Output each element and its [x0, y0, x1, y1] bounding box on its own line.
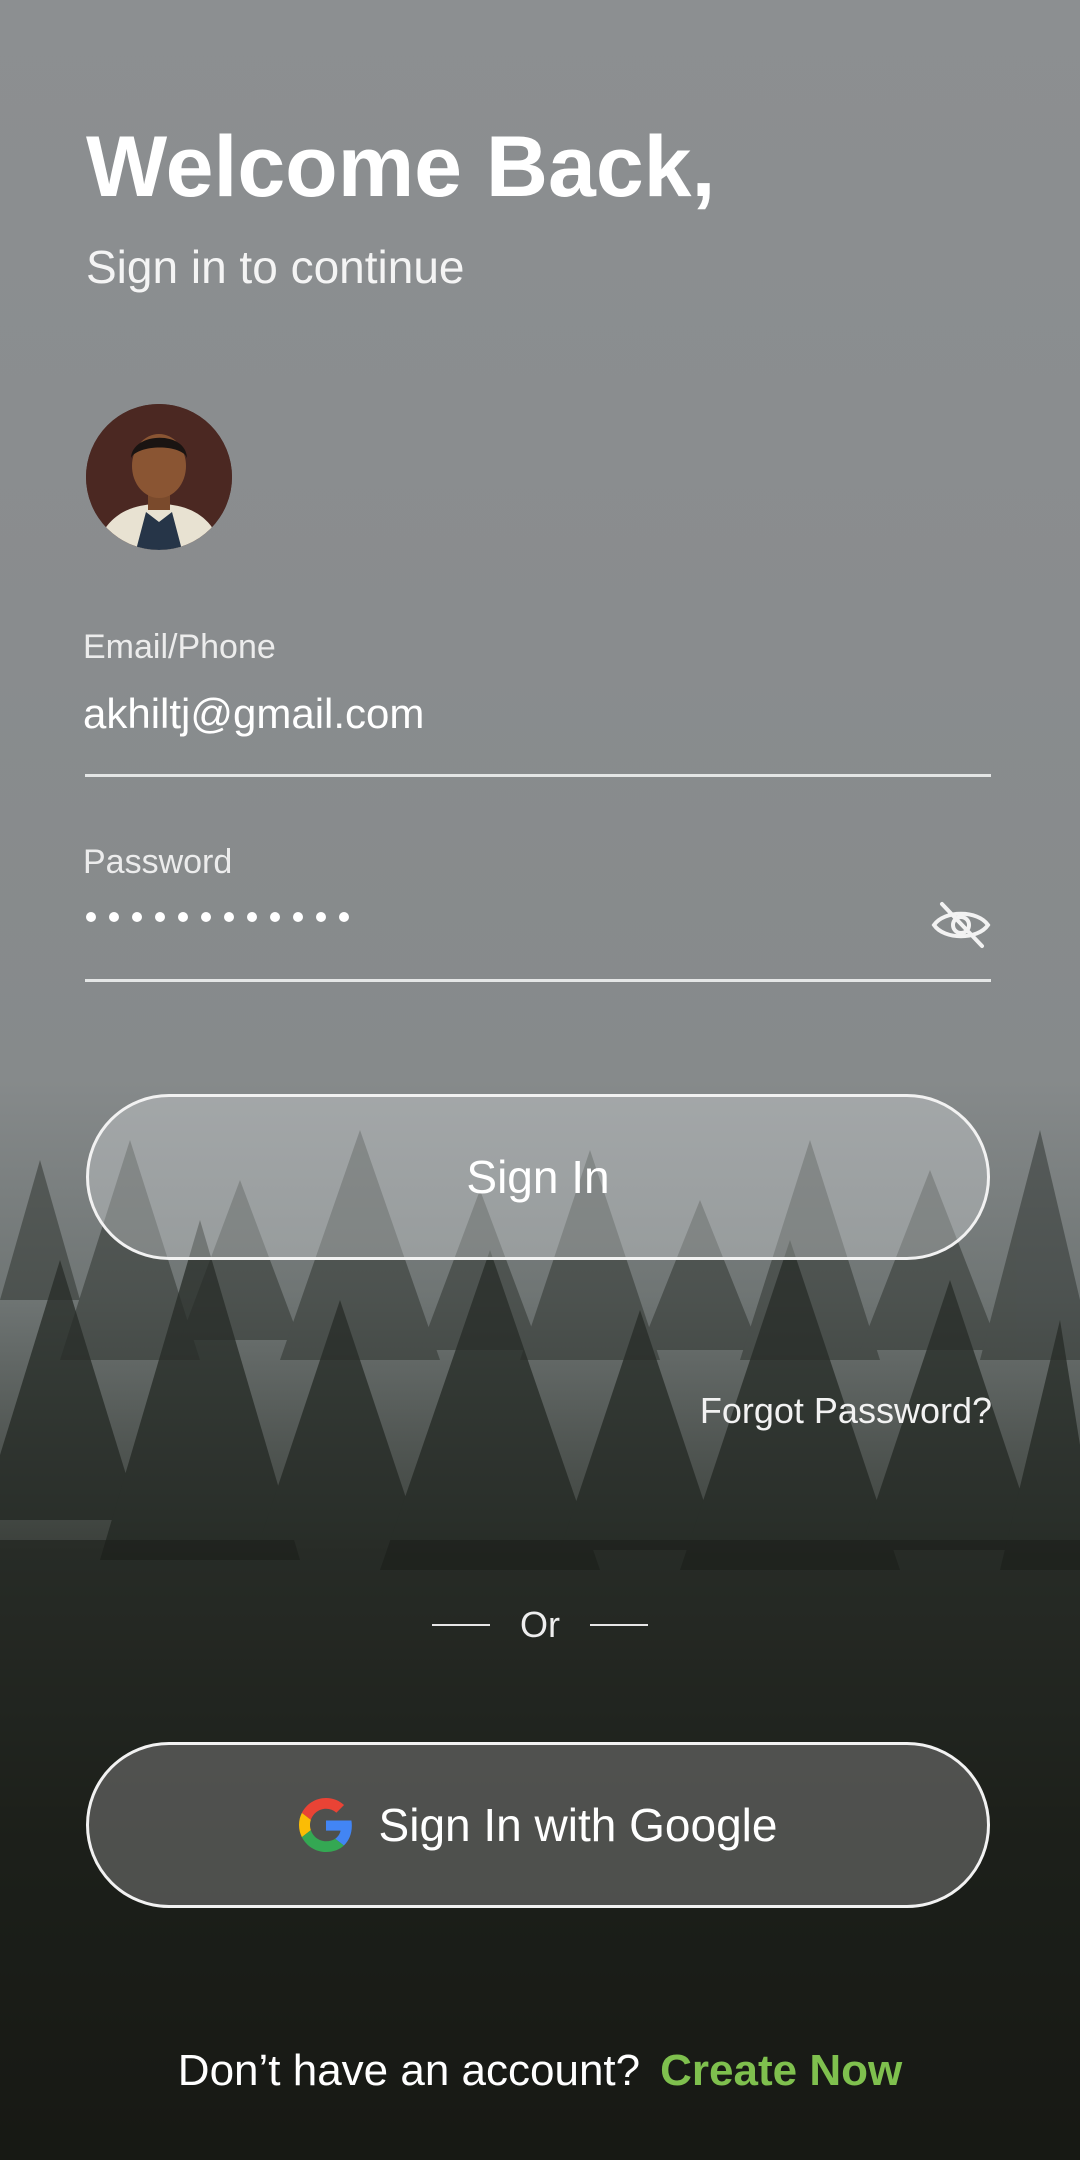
page-subtitle: Sign in to continue: [86, 241, 465, 293]
password-mask-dot: [201, 912, 211, 922]
password-mask-dot: [293, 912, 303, 922]
google-sign-in-label: Sign In with Google: [378, 1799, 778, 1851]
password-mask-dot: [316, 912, 326, 922]
or-label: Or: [520, 1604, 560, 1645]
password-mask-dot: [270, 912, 280, 922]
user-avatar[interactable]: [86, 404, 232, 550]
create-account-link[interactable]: Create Now: [660, 2046, 902, 2095]
sign-in-label: Sign In: [466, 1151, 610, 1203]
login-screen: Welcome Back, Sign in to continue Email/…: [0, 0, 1080, 2160]
page-title: Welcome Back,: [86, 119, 716, 215]
signup-question: Don’t have an account?: [177, 2046, 641, 2095]
divider-line-left: [432, 1624, 490, 1626]
signup-prompt: Don’t have an account? Create Now: [0, 2046, 1080, 2096]
password-mask-dot: [178, 912, 188, 922]
user-photo: [86, 404, 232, 550]
password-mask-dot: [86, 912, 96, 922]
password-mask-dot: [339, 912, 349, 922]
password-mask-dot: [247, 912, 257, 922]
password-mask-dot: [109, 912, 119, 922]
google-sign-in-button[interactable]: Sign In with Google: [86, 1742, 990, 1908]
password-mask-dot: [155, 912, 165, 922]
email-underline: [85, 774, 991, 777]
sign-in-button[interactable]: Sign In: [86, 1094, 990, 1260]
forgot-password-link[interactable]: Forgot Password?: [700, 1390, 992, 1432]
eye-off-icon[interactable]: [930, 900, 992, 950]
password-mask-dot: [132, 912, 142, 922]
google-logo-icon: [298, 1798, 352, 1852]
divider-line-right: [590, 1624, 648, 1626]
email-label: Email/Phone: [83, 628, 276, 666]
password-underline: [85, 979, 991, 982]
email-field[interactable]: akhiltj@gmail.com: [83, 690, 424, 738]
password-field[interactable]: [86, 912, 349, 922]
or-divider: Or: [432, 1604, 648, 1646]
password-mask-dot: [224, 912, 234, 922]
password-label: Password: [83, 843, 233, 881]
